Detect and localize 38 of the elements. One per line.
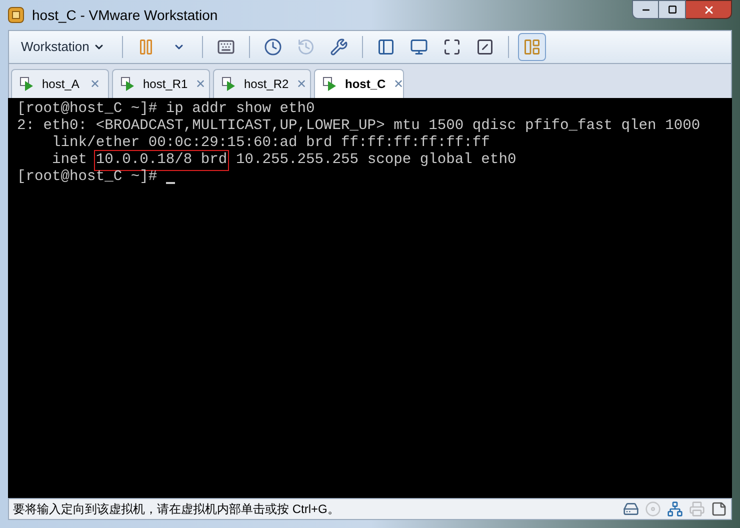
maximize-button[interactable] xyxy=(659,0,686,19)
thumbnails-button[interactable] xyxy=(518,33,546,61)
clock-icon xyxy=(264,38,282,56)
terminal-text: 2: eth0: <BROADCAST,MULTICAST,UP,LOWER_UP> mtu 1500 qdisc pfifo_fast qlen 1000 xyxy=(17,118,700,135)
keyboard-icon xyxy=(217,38,236,56)
sidebar-icon xyxy=(377,38,396,56)
terminal-text: 10.255.255.255 scope global eth0 xyxy=(234,152,516,169)
terminal-text: [root@host_C ~]# ip addr show eth0 xyxy=(17,101,315,118)
vm-tab[interactable]: host_C ✕ xyxy=(314,69,404,98)
monitor-icon xyxy=(410,38,428,56)
hard-drive-icon[interactable] xyxy=(623,501,639,517)
vm-tab[interactable]: host_R2 ✕ xyxy=(213,69,311,98)
vm-tab[interactable]: host_A ✕ xyxy=(11,69,109,98)
close-icon xyxy=(702,4,714,16)
status-message: 要将输入定向到该虚拟机，请在虚拟机内部单击或按 Ctrl+G。 xyxy=(13,501,340,518)
maximize-icon xyxy=(668,5,676,14)
vm-tab[interactable]: host_R1 ✕ xyxy=(112,69,210,98)
fullscreen-icon xyxy=(443,38,462,56)
tab-label: host_R2 xyxy=(244,76,289,93)
tab-label: host_A xyxy=(42,76,80,93)
history-icon xyxy=(297,38,316,56)
terminal-text: link/ether 00:0c:29:15:60:ad brd ff:ff:ff:ff:ff:ff xyxy=(51,135,490,152)
close-button[interactable] xyxy=(686,0,732,19)
tab-label: host_R1 xyxy=(143,76,188,93)
note-icon[interactable] xyxy=(711,501,727,517)
tab-label: host_C xyxy=(345,76,386,93)
minimize-button[interactable] xyxy=(632,0,659,19)
wrench-icon xyxy=(330,38,348,56)
crossed-window-icon xyxy=(476,38,494,56)
terminal-text: [root@host_C ~]# xyxy=(17,169,158,186)
highlighted-terminal-text: 10.0.0.18/8 brd xyxy=(96,152,228,169)
tab-close-button[interactable]: ✕ xyxy=(394,75,404,93)
terminal-text: inet xyxy=(51,152,88,169)
thumbnail-icon xyxy=(523,38,542,56)
window-title: host_C - VMware Workstation xyxy=(32,6,218,25)
network-icon[interactable] xyxy=(667,501,683,517)
workstation-menu[interactable]: Workstation xyxy=(13,34,114,60)
app-logo-icon xyxy=(8,7,24,23)
